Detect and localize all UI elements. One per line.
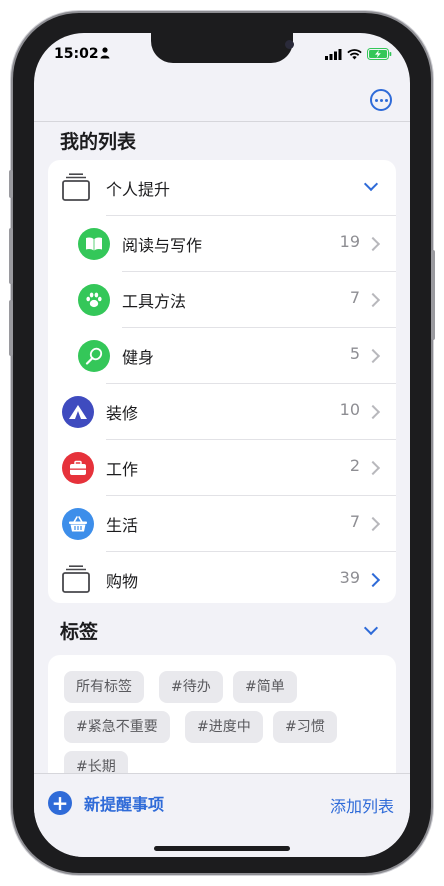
volume-up-button: [9, 228, 13, 284]
screen: 15:02 我的列表 个人提升 阅读与写作 19 工具方法 7 健身 5 装修 …: [34, 33, 410, 857]
chevron-right-icon: [365, 292, 381, 308]
book-icon: [78, 228, 110, 260]
tag-chip[interactable]: #紧急不重要: [64, 711, 170, 743]
tent-icon: [62, 396, 94, 428]
person-icon: [100, 47, 110, 63]
chevron-right-icon: [365, 404, 381, 420]
chevron-right-icon: [365, 516, 381, 532]
list-item-work[interactable]: 工作 2: [48, 440, 396, 495]
tag-chip[interactable]: 所有标签: [64, 671, 144, 703]
more-options-icon[interactable]: [370, 89, 392, 111]
my-lists-card: 个人提升 阅读与写作 19 工具方法 7 健身 5 装修 10 工作 2 生活 …: [48, 160, 396, 603]
tag-chip[interactable]: #待办: [159, 671, 223, 703]
tag-chip[interactable]: #进度中: [185, 711, 263, 743]
my-lists-title: 我的列表: [60, 131, 137, 153]
list-item-life[interactable]: 生活 7: [48, 496, 396, 551]
list-label: 生活: [106, 516, 139, 535]
new-reminder-label: 新提醒事项: [84, 795, 165, 814]
list-item-fitness[interactable]: 健身 5: [48, 328, 396, 383]
list-label: 装修: [106, 404, 139, 423]
list-label: 阅读与写作: [122, 236, 203, 255]
wifi-icon: [347, 48, 362, 64]
status-bar: 15:02: [54, 46, 392, 64]
list-item-shopping[interactable]: 购物 39: [48, 552, 396, 607]
list-count: 39: [339, 568, 360, 587]
list-label: 工作: [106, 460, 139, 479]
list-count: 5: [349, 344, 360, 363]
list-group-personal-growth[interactable]: 个人提升: [48, 160, 396, 215]
basket-icon: [62, 508, 94, 540]
chevron-down-icon[interactable]: [363, 176, 379, 192]
power-button: [431, 250, 435, 340]
list-item-renovation[interactable]: 装修 10: [48, 384, 396, 439]
list-count: 10: [339, 400, 360, 419]
tag-chip[interactable]: #简单: [233, 671, 297, 703]
list-count: 7: [349, 288, 360, 307]
tag-chip[interactable]: #习惯: [273, 711, 337, 743]
list-count: 7: [349, 512, 360, 531]
chevron-down-icon[interactable]: [363, 620, 379, 636]
chevron-right-icon: [365, 572, 381, 588]
volume-down-button: [9, 300, 13, 356]
chevron-right-icon: [365, 236, 381, 252]
chevron-right-icon: [365, 460, 381, 476]
list-count: 2: [349, 456, 360, 475]
tennis-racket-icon: [78, 340, 110, 372]
list-label: 工具方法: [122, 292, 187, 311]
battery-charging-icon: [367, 48, 392, 64]
plus-icon: +: [48, 791, 72, 815]
list-label: 购物: [106, 572, 139, 591]
list-item-reading-writing[interactable]: 阅读与写作 19: [48, 216, 396, 271]
new-reminder-button[interactable]: + 新提醒事项: [48, 791, 164, 815]
tags-title: 标签: [60, 621, 99, 643]
list-count: 19: [339, 232, 360, 251]
stack-icon: [62, 565, 90, 593]
list-label: 健身: [122, 348, 155, 367]
status-time: 15:02: [54, 46, 99, 62]
action-button: [9, 170, 13, 198]
signal-icon: [325, 48, 342, 64]
header-divider: [34, 121, 410, 122]
list-label: 个人提升: [106, 180, 171, 199]
home-indicator: [154, 846, 290, 851]
add-list-button[interactable]: 添加列表: [330, 793, 394, 817]
briefcase-icon: [62, 452, 94, 484]
chevron-right-icon: [365, 348, 381, 364]
stack-icon: [62, 173, 90, 201]
bottom-toolbar: + 新提醒事项 添加列表: [34, 773, 410, 857]
list-item-tools-methods[interactable]: 工具方法 7: [48, 272, 396, 327]
paw-icon: [78, 284, 110, 316]
